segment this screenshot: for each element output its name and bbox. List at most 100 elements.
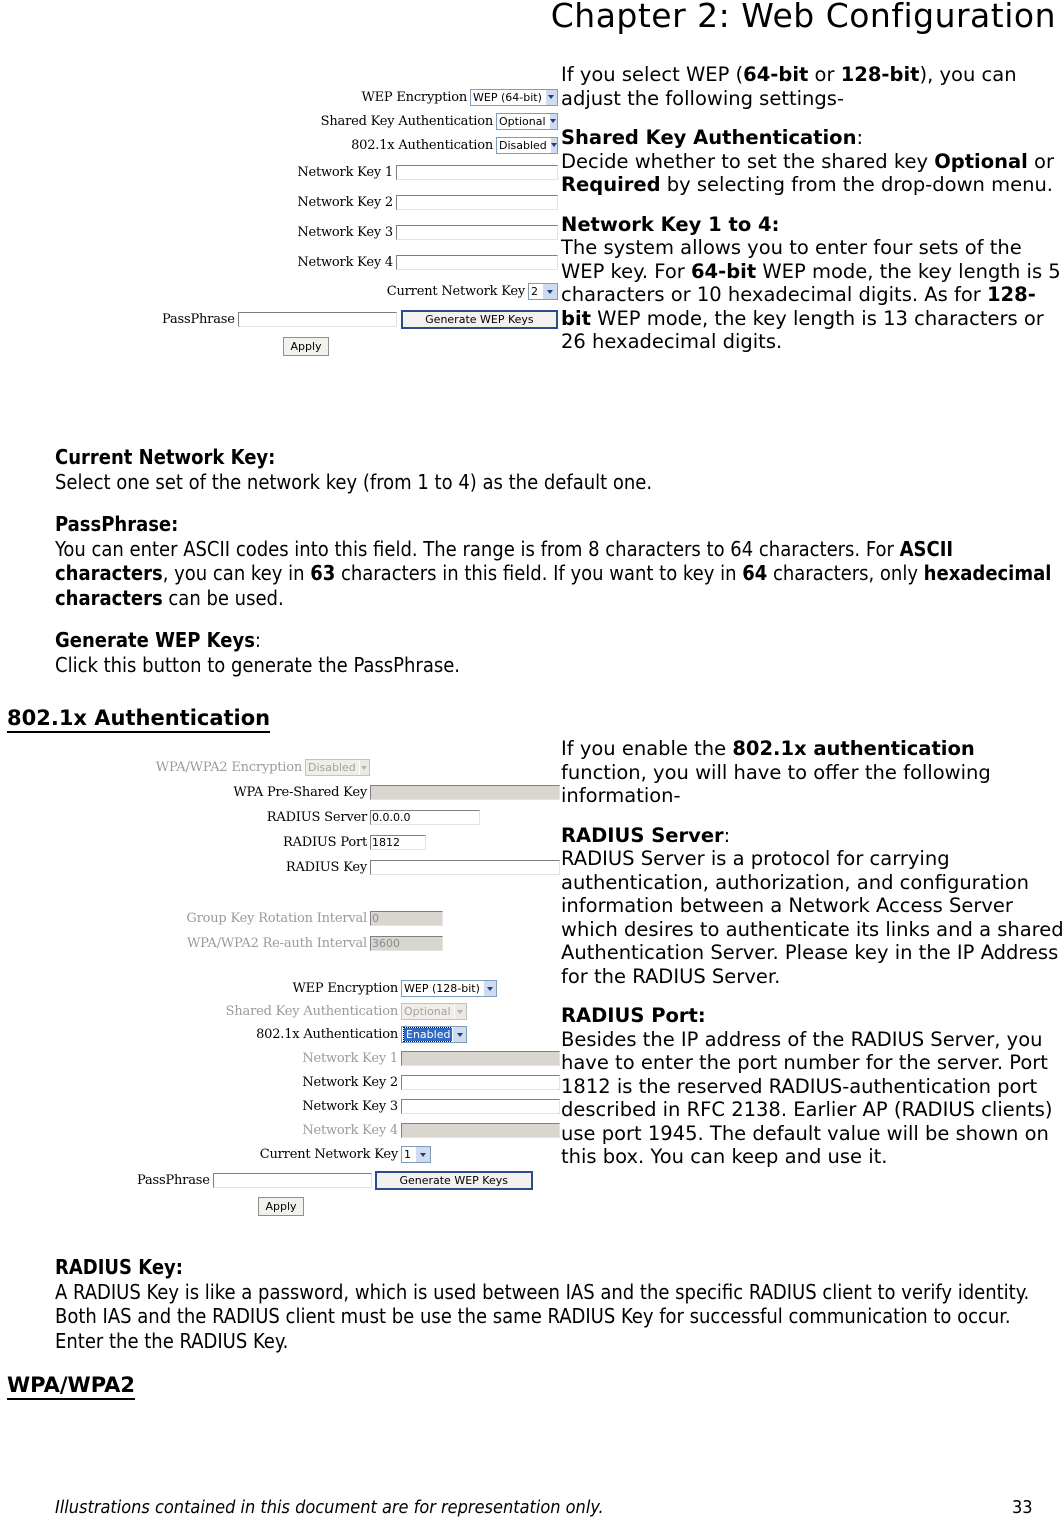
chevron-down-icon[interactable] xyxy=(358,760,369,775)
shared-key-auth-heading: Shared Key Authentication xyxy=(561,126,857,149)
label-network-key-3: Network Key 3 xyxy=(297,224,393,240)
form-row-wep-encryption: WEP Encryption WEP (64-bit) xyxy=(68,85,558,109)
select-8021x-auth-value: Disabled xyxy=(499,138,547,152)
select-wep-encryption-2[interactable]: WEP (128-bit) xyxy=(401,980,497,997)
wep-intro-b1: 64-bit xyxy=(743,63,809,86)
label-8021x-auth: 802.1x Authentication xyxy=(351,137,493,153)
apply-button-2[interactable]: Apply xyxy=(258,1196,304,1216)
generate-wep-keys-button-2[interactable]: Generate WEP Keys xyxy=(374,1170,533,1190)
input-passphrase-2[interactable] xyxy=(211,1171,373,1189)
form-row-wep-encryption-2: WEP Encryption WEP (128-bit) xyxy=(45,977,560,1000)
input-network-key-1-2[interactable] xyxy=(400,1049,561,1067)
input-network-key-2[interactable] xyxy=(395,193,559,211)
form-row-passphrase: PassPhrase Generate WEP Keys xyxy=(68,306,558,333)
wep-intro-t2: or xyxy=(808,63,841,86)
label-network-key-4-2: Network Key 4 xyxy=(302,1122,398,1138)
chevron-down-icon[interactable] xyxy=(542,284,557,299)
input-network-key-1[interactable] xyxy=(395,163,559,181)
select-shared-key-auth-2[interactable]: Optional xyxy=(401,1003,467,1020)
radius-server-body: RADIUS Server is a protocol for carrying… xyxy=(561,847,1064,988)
chevron-down-icon[interactable] xyxy=(549,137,557,153)
chevron-down-icon[interactable] xyxy=(548,113,557,129)
chevron-down-icon[interactable] xyxy=(482,981,496,996)
select-current-network-key-2[interactable]: 1 xyxy=(401,1146,431,1163)
generate-wep-keys-button[interactable]: Generate WEP Keys xyxy=(400,310,558,329)
select-shared-key-auth-value: Optional xyxy=(499,114,546,128)
network-key-paragraph: Network Key 1 to 4: The system allows yo… xyxy=(561,213,1061,354)
select-8021x-auth-2-value: Enabled xyxy=(402,1027,454,1042)
footer-page-number: 33 xyxy=(1012,1497,1033,1518)
current-network-key-body: Select one set of the network key (from … xyxy=(55,469,653,494)
shared-key-auth-paragraph: Shared Key Authentication: Decide whethe… xyxy=(561,126,1061,197)
chevron-down-icon[interactable] xyxy=(452,1027,466,1042)
select-wep-encryption-value: WEP (64-bit) xyxy=(473,90,542,104)
input-radius-key[interactable] xyxy=(369,859,561,876)
wep-settings-screenshot: WEP Encryption WEP (64-bit) Shared Key A… xyxy=(68,85,559,380)
passphrase-t5: can be used. xyxy=(162,585,284,610)
select-shared-key-auth[interactable]: Optional xyxy=(496,112,558,130)
chevron-down-icon[interactable] xyxy=(453,1004,466,1019)
chevron-down-icon[interactable] xyxy=(415,1147,430,1162)
input-network-key-3[interactable] xyxy=(395,223,559,241)
input-network-key-2-2[interactable] xyxy=(400,1073,561,1091)
select-8021x-auth[interactable]: Disabled xyxy=(496,136,558,154)
network-key-heading: Network Key 1 to 4: xyxy=(561,212,780,236)
radius-intro-paragraph: If you enable the 802.1x authentication … xyxy=(561,737,1064,808)
page-title: Chapter 2: Web Configuration xyxy=(550,0,1056,35)
form-row-shared-key-auth: Shared Key Authentication Optional xyxy=(68,109,558,133)
radius-intro-b1: 802.1x authentication xyxy=(732,737,975,760)
radius-port-paragraph: RADIUS Port: Besides the IP address of t… xyxy=(561,1004,1064,1169)
input-reauth-interval[interactable]: 3600 xyxy=(369,935,444,952)
shared-key-auth-colon: : xyxy=(856,126,864,149)
label-group-key-rotation: Group Key Rotation Interval xyxy=(186,911,367,926)
label-passphrase: PassPhrase xyxy=(162,312,235,327)
input-network-key-3-2[interactable] xyxy=(400,1097,561,1115)
radius-settings-screenshot: WPA/WPA2 Encryption Disabled WPA Pre-Sha… xyxy=(45,755,561,1216)
radius-intro-t1: If you enable the xyxy=(561,737,733,760)
select-current-network-key[interactable]: 2 xyxy=(528,283,558,300)
shared-key-t3: by selecting from the drop-down menu. xyxy=(660,173,1053,196)
shared-key-b1: Optional xyxy=(934,149,1028,173)
netkey-b1: 64-bit xyxy=(690,259,757,283)
radius-key-body: A RADIUS Key is like a password, which i… xyxy=(55,1279,1030,1353)
input-radius-server[interactable]: 0.0.0.0 xyxy=(369,809,481,826)
form-row-network-key-4: Network Key 4 xyxy=(68,247,559,277)
label-wpa-encryption: WPA/WPA2 Encryption xyxy=(155,760,302,775)
passphrase-t1: You can enter ASCII codes into this fiel… xyxy=(55,536,900,561)
input-network-key-4[interactable] xyxy=(395,253,559,271)
form-row-network-key-2-2: Network Key 2 xyxy=(45,1070,561,1094)
label-network-key-3-2: Network Key 3 xyxy=(302,1098,398,1114)
footer-note: Illustrations contained in this document… xyxy=(55,1497,604,1518)
radius-server-heading: RADIUS Server xyxy=(561,823,724,847)
input-radius-port[interactable]: 1812 xyxy=(369,834,427,851)
label-network-key-1: Network Key 1 xyxy=(297,164,393,180)
label-8021x-auth-2: 802.1x Authentication xyxy=(256,1027,398,1042)
wep-intro-paragraph: If you select WEP (64-bit or 128-bit), y… xyxy=(561,63,1061,110)
select-8021x-auth-2[interactable]: Enabled xyxy=(401,1026,467,1043)
passphrase-b2: 63 xyxy=(310,561,336,585)
label-radius-server: RADIUS Server xyxy=(266,810,367,825)
apply-button[interactable]: Apply xyxy=(283,336,329,356)
passphrase-t2: , you can key in xyxy=(162,561,311,585)
form-row-apply-2: Apply xyxy=(45,1193,560,1219)
form-row-current-network-key-2: Current Network Key 1 xyxy=(45,1142,560,1167)
form-row-wpa-encryption: WPA/WPA2 Encryption Disabled xyxy=(45,755,560,780)
select-wpa-encryption[interactable]: Disabled xyxy=(305,759,370,776)
select-current-network-key-2-value: 1 xyxy=(404,1148,411,1161)
chevron-down-icon[interactable] xyxy=(544,89,557,105)
select-wep-encryption[interactable]: WEP (64-bit) xyxy=(470,88,558,106)
current-network-key-block: Current Network Key: Select one set of t… xyxy=(55,445,1055,494)
input-group-key-rotation[interactable]: 0 xyxy=(369,910,444,927)
shared-key-t2: or xyxy=(1027,149,1055,173)
label-shared-key-auth: Shared Key Authentication xyxy=(320,113,494,129)
input-network-key-4-2[interactable] xyxy=(400,1121,561,1139)
input-passphrase[interactable] xyxy=(236,311,398,328)
form-row-network-key-3-2: Network Key 3 xyxy=(45,1094,561,1118)
select-wpa-encryption-value: Disabled xyxy=(308,761,356,774)
netkey-t3: WEP mode, the key length is 13 character… xyxy=(561,306,1044,354)
input-wpa-psk[interactable] xyxy=(369,784,561,801)
form-row-current-network-key: Current Network Key 2 xyxy=(68,277,558,306)
section-heading-8021x: 802.1x Authentication xyxy=(7,706,271,733)
label-network-key-2-2: Network Key 2 xyxy=(302,1074,398,1090)
radius-port-heading: RADIUS Port: xyxy=(561,1004,706,1027)
